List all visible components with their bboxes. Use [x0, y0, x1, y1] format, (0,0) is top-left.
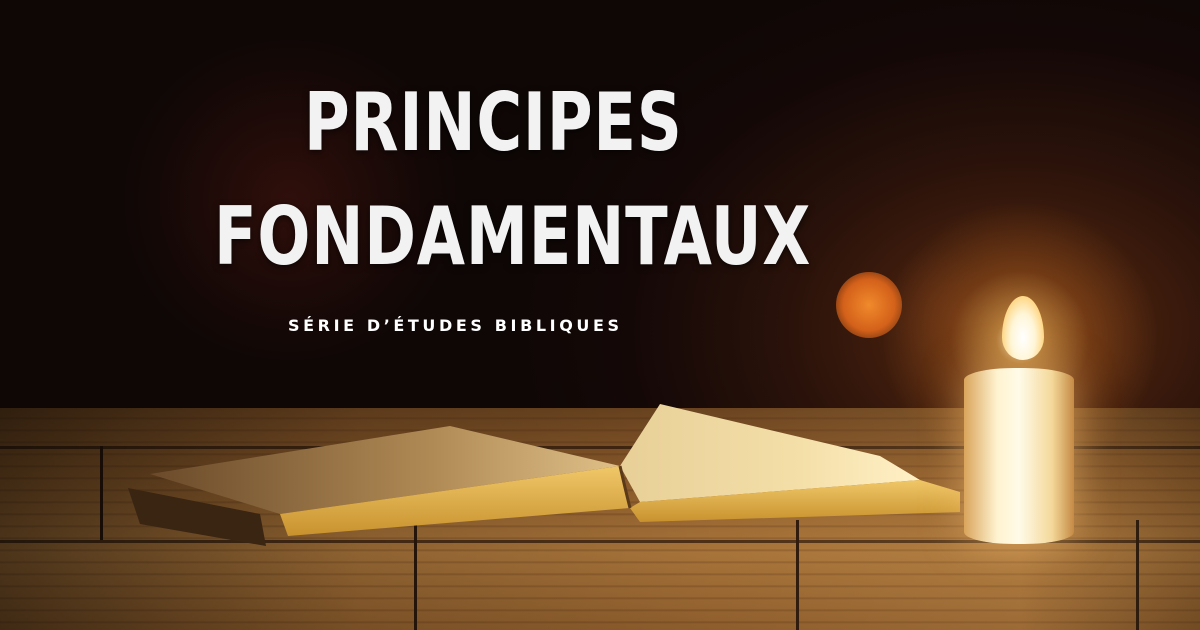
title-line-1: PRINCIPES	[304, 76, 683, 169]
open-bible-image	[128, 404, 960, 546]
subtitle: SÉRIE D’ÉTUDES BIBLIQUES	[288, 316, 623, 335]
title-line-2: FONDAMENTAUX	[214, 190, 812, 283]
hero-banner: PRINCIPES FONDAMENTAUX SÉRIE D’ÉTUDES BI…	[0, 0, 1200, 630]
candle-image	[964, 368, 1074, 544]
